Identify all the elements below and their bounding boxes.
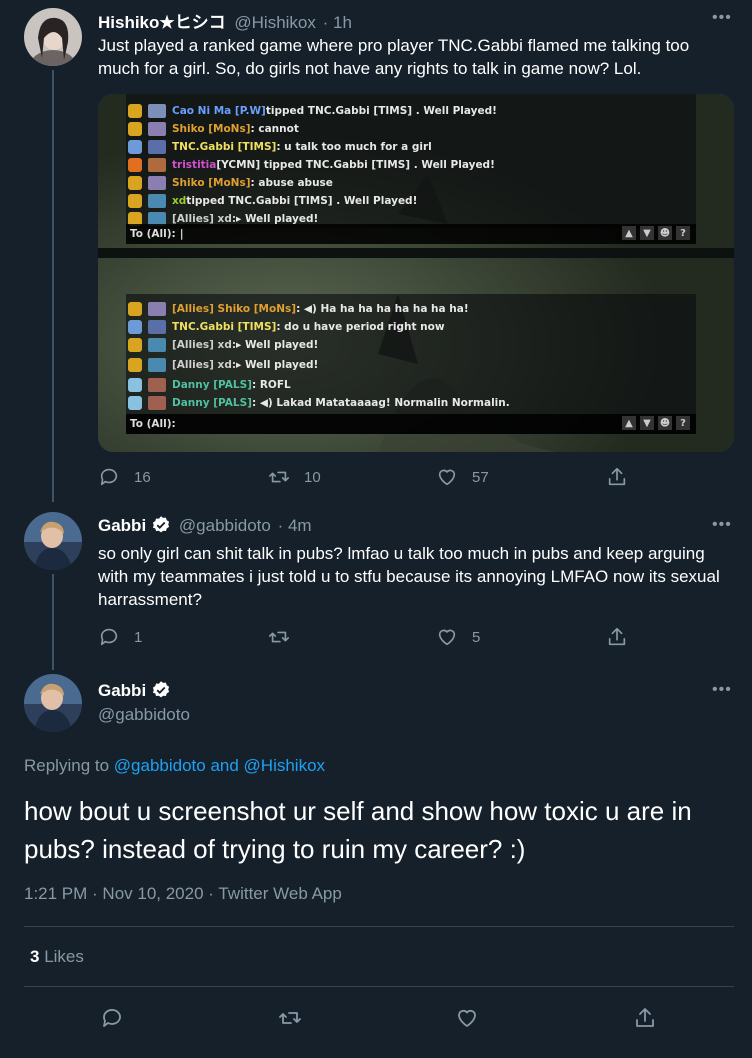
tweet1-header: Hishiko★ヒシコ @Hishikox · 1h xyxy=(98,8,352,33)
avatar-hishiko-image xyxy=(24,8,82,66)
tweet1-retweet-count: 10 xyxy=(304,468,321,486)
chat-input-bottom: To (All): ▲ ▼ ☻? xyxy=(126,414,696,434)
chat-line: Cao Ni Ma [P.W] tipped TNC.Gabbi [TIMS] … xyxy=(128,102,497,120)
tweet2-author-name[interactable]: Gabbi xyxy=(98,516,146,535)
avatar-gabbi[interactable] xyxy=(24,512,82,570)
tweet3-like-count: 3 xyxy=(30,947,40,966)
tweet3-author-handle[interactable]: @gabbidoto xyxy=(98,705,190,725)
verified-badge-icon xyxy=(153,681,170,698)
chat-line: Danny [PALS] : ROFL xyxy=(128,376,291,394)
tweet1-text: Just played a ranked game where pro play… xyxy=(98,36,690,78)
avatar-gabbi-image xyxy=(24,512,82,570)
retweet-icon xyxy=(279,1012,301,1024)
heart-icon xyxy=(438,629,456,646)
tweet1-reply-button[interactable]: 16 xyxy=(98,466,151,488)
tweet1-share-button[interactable] xyxy=(606,466,628,488)
tweet3-replying-to: Replying to @gabbidoto and @Hishikox xyxy=(24,756,326,775)
tweet2-header: Gabbi @gabbidoto · 4m xyxy=(98,515,312,536)
divider xyxy=(24,926,734,927)
divider xyxy=(24,986,734,987)
retweet-icon xyxy=(269,631,289,643)
replying-to-users-link[interactable]: @gabbidoto and @Hishikox xyxy=(114,756,325,775)
avatar-hishiko[interactable] xyxy=(24,8,82,66)
tweet3-like-button[interactable] xyxy=(455,1006,479,1030)
avatar-gabbi-main[interactable] xyxy=(24,674,82,732)
tweet1-like-button[interactable]: 57 xyxy=(436,466,489,488)
tweet1-retweet-button[interactable]: 10 xyxy=(268,466,321,488)
reply-icon xyxy=(100,468,118,486)
reply-icon xyxy=(103,1009,121,1027)
verified-badge-icon xyxy=(153,516,170,533)
chat-line: [Allies] Shiko [MoNs] : ◀) Ha ha ha ha h… xyxy=(128,300,469,318)
chat-line: Shiko [MoNs] : abuse abuse xyxy=(128,174,333,192)
heart-icon xyxy=(458,1009,476,1027)
chat-line: [Allies] xd: ▸ Well played! xyxy=(128,336,318,354)
chat-line: Danny [PALS] : ◀) Lakad Matataaaag! Norm… xyxy=(128,394,510,412)
tweet2-more-button[interactable]: ••• xyxy=(712,516,732,534)
chat-line: xd tipped TNC.Gabbi [TIMS] . Well Played… xyxy=(128,192,417,210)
thread-line-1 xyxy=(52,70,54,502)
tweet2-reply-count: 1 xyxy=(134,628,143,646)
share-icon xyxy=(636,1008,654,1027)
tweet1-author-handle[interactable]: @Hishikox xyxy=(234,13,316,32)
tweet2-time[interactable]: · 4m xyxy=(278,516,312,535)
tweet3-share-button[interactable] xyxy=(633,1006,657,1030)
chat-line: TNC.Gabbi [TIMS] : do u have period righ… xyxy=(128,318,445,336)
chat-line: TNC.Gabbi [TIMS] : u talk too much for a… xyxy=(128,138,432,156)
share-icon xyxy=(608,467,626,486)
tweet3-more-button[interactable]: ••• xyxy=(712,681,732,699)
tweet3-like-label: Likes xyxy=(44,947,84,966)
tweet2-reply-button[interactable]: 1 xyxy=(98,626,142,648)
chat-input-top: To (All): | ▲ ▼ ☻? xyxy=(126,224,696,244)
tweet3-likes-stat[interactable]: 3 Likes xyxy=(30,947,84,967)
tweet1-time[interactable]: · 1h xyxy=(323,13,352,32)
tweet3-timestamp[interactable]: 1:21 PM · Nov 10, 2020 · Twitter Web App xyxy=(24,884,342,904)
chat-line: Shiko [MoNs] : cannot xyxy=(128,120,299,138)
thread-line-2 xyxy=(52,574,54,670)
tweet2-text: so only girl can shit talk in pubs? lmfa… xyxy=(98,544,720,609)
chat-line: tristitia [YCMN] tipped TNC.Gabbi [TIMS]… xyxy=(128,156,495,174)
tweet2-share-button[interactable] xyxy=(606,626,628,648)
tweet1-image[interactable]: Cao Ni Ma [P.W] tipped TNC.Gabbi [TIMS] … xyxy=(98,94,734,452)
heart-icon xyxy=(438,469,456,486)
chat-line: [Allies] xd: ▸ Well played! xyxy=(128,356,318,374)
tweet3-reply-button[interactable] xyxy=(100,1006,124,1030)
share-icon xyxy=(608,627,626,646)
retweet-icon xyxy=(269,471,289,483)
tweet3-retweet-button[interactable] xyxy=(278,1006,302,1030)
tweet2-like-count: 5 xyxy=(472,628,481,646)
tweet3-author-name[interactable]: Gabbi xyxy=(98,681,146,700)
reply-icon xyxy=(100,628,118,646)
tweet1-author-name[interactable]: Hishiko★ヒシコ xyxy=(98,13,226,32)
tweet2-like-button[interactable]: 5 xyxy=(436,626,480,648)
avatar-gabbi-main-image xyxy=(24,674,82,732)
tweet2-author-handle[interactable]: @gabbidoto xyxy=(179,516,271,535)
tweet1-reply-count: 16 xyxy=(134,468,151,486)
tweet3-text: how bout u screenshot ur self and show h… xyxy=(24,796,692,864)
tweet1-more-button[interactable]: ••• xyxy=(712,9,732,27)
tweet3-author: Gabbi xyxy=(98,680,171,701)
tweet1-like-count: 57 xyxy=(472,468,489,486)
tweet2-retweet-button[interactable] xyxy=(268,626,290,648)
